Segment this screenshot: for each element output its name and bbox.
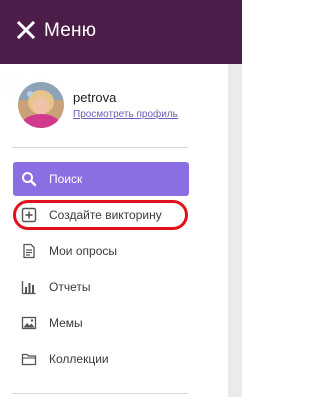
divider [12, 393, 188, 394]
nav-item-label: Создайте викторину [49, 208, 162, 222]
avatar-image [18, 82, 64, 128]
bar-chart-icon [21, 281, 36, 295]
menu-drawer: Меню Quiz petrova Просмотреть профиль По… [0, 0, 242, 397]
search-icon [22, 172, 37, 187]
right-gutter [228, 64, 242, 397]
add-box-icon [21, 207, 37, 223]
username: petrova [73, 90, 117, 105]
close-icon[interactable] [17, 21, 35, 39]
menu-title: Меню [44, 20, 97, 41]
nav-item-memes[interactable]: Мемы [13, 306, 189, 340]
document-icon [23, 243, 35, 259]
avatar[interactable] [18, 82, 64, 128]
divider [12, 147, 188, 148]
nav-item-label: Коллекции [49, 352, 109, 366]
nav-item-label: Отчеты [49, 280, 91, 294]
nav-item-create-quiz[interactable]: Создайте викторину [13, 198, 189, 232]
view-profile-link[interactable]: Просмотреть профиль [73, 109, 185, 120]
nav-item-collections[interactable]: Коллекции [13, 342, 189, 376]
nav-item-label: Мои опросы [49, 244, 117, 258]
nav-item-my-surveys[interactable]: Мои опросы [13, 234, 189, 268]
nav-item-search[interactable]: Поиск [13, 162, 189, 196]
image-icon [21, 316, 37, 330]
menu-header: Меню [0, 0, 242, 64]
folder-icon [21, 353, 37, 366]
nav-item-label: Поиск [49, 172, 83, 186]
nav-item-label: Мемы [49, 316, 83, 330]
nav-item-reports[interactable]: Отчеты [13, 270, 189, 304]
